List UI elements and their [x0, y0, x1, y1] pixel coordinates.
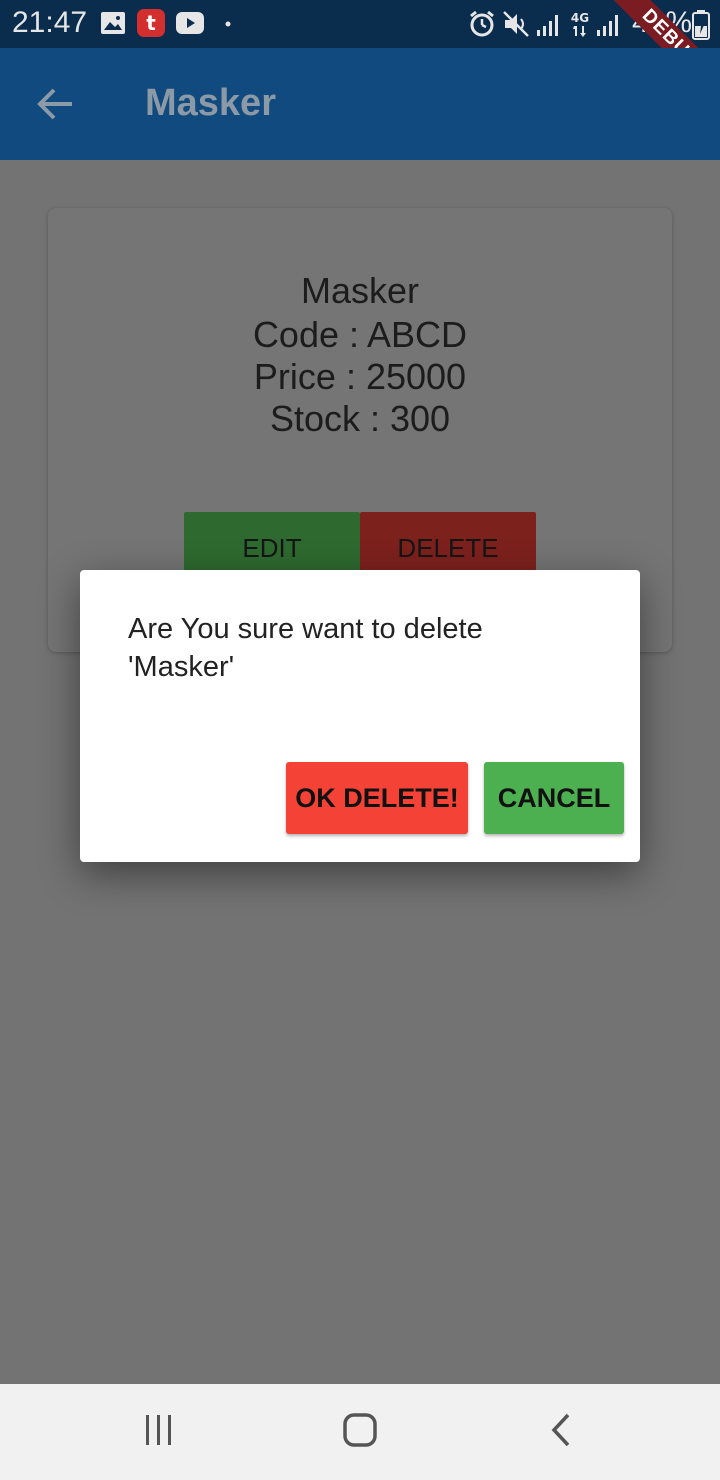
battery-icon — [692, 10, 710, 40]
product-code: Code : ABCD — [252, 314, 468, 355]
signal-icon — [537, 15, 558, 36]
app-notification-icon: t — [137, 9, 165, 37]
cancel-button[interactable]: CANCEL — [484, 762, 624, 834]
dot-icon — [225, 21, 231, 27]
app-bar: Masker — [0, 48, 720, 160]
mute-icon — [503, 11, 529, 37]
image-icon — [101, 12, 125, 34]
dialog-message: Are You sure want to delete 'Masker' — [128, 610, 598, 686]
product-price: Price : 25000 — [253, 356, 467, 397]
status-time: 21:47 — [12, 6, 88, 39]
dialog-message-line1: Are You sure want to delete — [128, 613, 483, 645]
svg-text:4G: 4G — [571, 11, 589, 25]
signal-icon — [597, 15, 618, 36]
svg-text:t: t — [146, 11, 156, 35]
youtube-icon — [176, 12, 204, 34]
navigation-bar — [0, 1384, 720, 1480]
4g-icon: 4G — [571, 11, 589, 37]
product-name: Masker — [300, 270, 420, 311]
product-stock: Stock : 300 — [269, 398, 451, 439]
dialog-message-line2: 'Masker' — [128, 651, 235, 683]
page-title: Masker — [145, 82, 276, 124]
status-bar: 21:47 t 4G DEBUG — [0, 0, 720, 109]
arrow-left-icon[interactable] — [36, 86, 76, 122]
home-icon[interactable] — [342, 1412, 378, 1448]
back-icon[interactable] — [548, 1412, 574, 1448]
alarm-icon — [470, 10, 494, 37]
recent-apps-icon[interactable] — [142, 1414, 176, 1446]
delete-confirm-dialog: Are You sure want to delete 'Masker' OK … — [80, 570, 640, 862]
ok-delete-button[interactable]: OK DELETE! — [286, 762, 468, 834]
